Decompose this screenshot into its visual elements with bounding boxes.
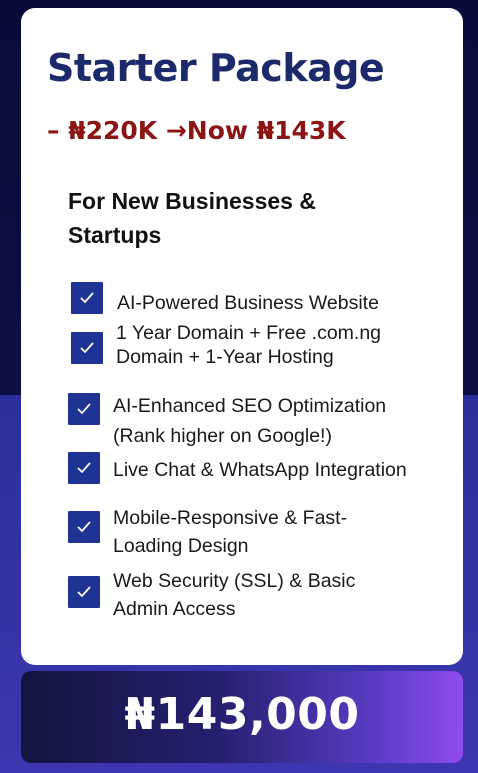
total-price: ₦143,000 — [124, 689, 360, 740]
package-title: Starter Package — [47, 46, 385, 90]
checkbox-checked-icon — [71, 282, 103, 314]
checkbox-checked-icon — [68, 511, 100, 543]
checkbox-checked-icon — [68, 452, 100, 484]
feature-label: Web Security (SSL) & Basic Admin Access — [113, 570, 356, 620]
feature-label: 1 Year Domain + Free .com.ng Domain + 1-… — [116, 322, 382, 368]
total-price-banner: ₦143,000 — [21, 671, 463, 763]
feature-label: AI-Enhanced SEO Optimization (Rank highe… — [113, 395, 387, 447]
feature-label: Mobile-Responsive & Fast- Loading Design — [113, 507, 348, 557]
checkbox-checked-icon — [68, 576, 100, 608]
checkbox-checked-icon — [68, 393, 100, 425]
price-discount-line: – ₦220K →Now ₦143K — [47, 116, 346, 145]
feature-label: Live Chat & WhatsApp Integration — [113, 459, 407, 481]
feature-label: AI-Powered Business Website — [117, 292, 379, 314]
checkbox-checked-icon — [71, 332, 103, 364]
package-card: Starter Package – ₦220K →Now ₦143K For N… — [21, 8, 463, 665]
package-subtitle: For New Businesses & Startups — [68, 188, 316, 248]
